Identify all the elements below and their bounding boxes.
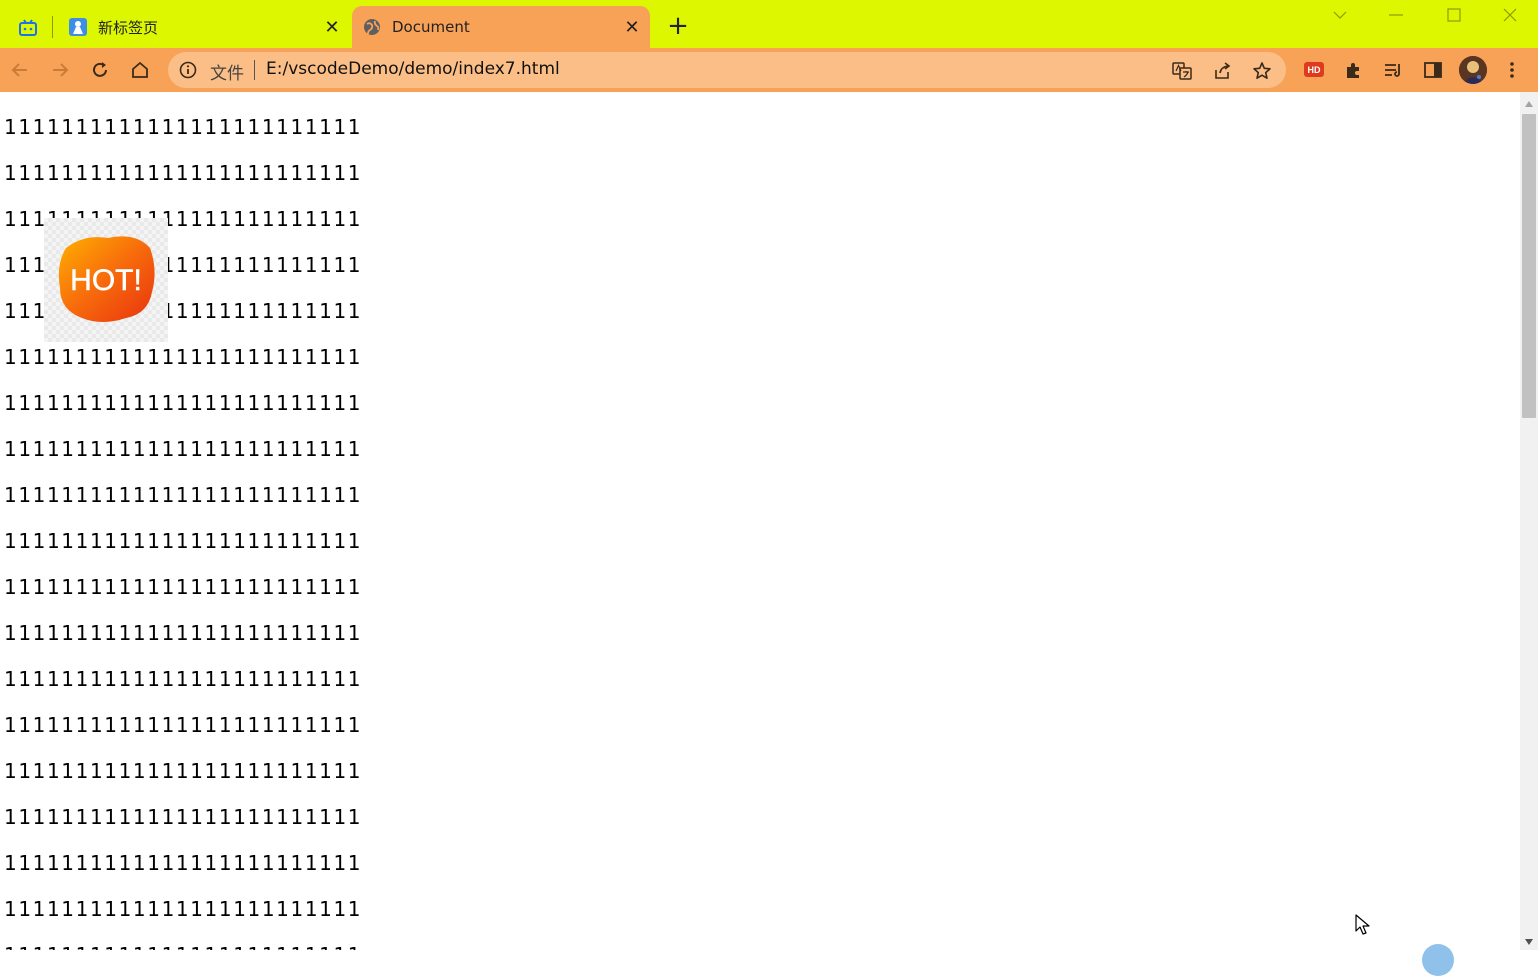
- text-line: 1111111111111111111111111: [4, 805, 363, 829]
- text-line: 1111111111111111111111111: [4, 529, 363, 553]
- text-line: 1111111111111111111111111: [4, 437, 363, 461]
- chevron-down-icon[interactable]: [1312, 0, 1368, 30]
- hot-image-text: HOT!: [70, 264, 142, 297]
- tab-search-button[interactable]: [14, 14, 42, 42]
- forward-button[interactable]: [46, 56, 74, 84]
- menu-icon: [1510, 62, 1514, 78]
- share-icon[interactable]: [1210, 59, 1234, 83]
- close-icon[interactable]: ✕: [622, 17, 642, 38]
- tab-document[interactable]: Document ✕: [352, 6, 650, 48]
- text-line: 1111111111111111111111111: [4, 115, 363, 139]
- puzzle-icon: [1347, 63, 1359, 78]
- scroll-down-arrow-icon[interactable]: [1520, 934, 1538, 950]
- scheme-label: 文件: [210, 64, 244, 84]
- translate-icon[interactable]: [1170, 59, 1194, 83]
- home-icon: [132, 61, 148, 78]
- text-line: 1111111111111111111111111: [4, 161, 363, 185]
- scrollbar-thumb[interactable]: [1522, 114, 1536, 418]
- tab-search-icon: [19, 19, 37, 36]
- new-tab-favicon-icon: [68, 17, 88, 37]
- text-line: 1111111111111111111111111: [4, 759, 363, 783]
- scroll-up-arrow-icon[interactable]: [1520, 96, 1538, 112]
- star-icon[interactable]: [1250, 59, 1274, 83]
- home-button[interactable]: [126, 56, 154, 84]
- vertical-scrollbar[interactable]: [1520, 92, 1538, 950]
- reload-button[interactable]: [86, 56, 114, 84]
- floating-widget[interactable]: [1422, 944, 1454, 976]
- hot-image: HOT!: [44, 218, 168, 342]
- window-close-icon[interactable]: [1482, 0, 1538, 30]
- close-icon[interactable]: ✕: [322, 17, 342, 38]
- maximize-icon[interactable]: [1426, 0, 1482, 30]
- back-button[interactable]: [6, 56, 34, 84]
- reload-icon: [93, 62, 107, 77]
- text-line: 1111111111111111111111111: [4, 575, 363, 599]
- globe-icon: [362, 17, 382, 37]
- avatar[interactable]: [1459, 56, 1487, 84]
- tab-separator: [52, 16, 53, 38]
- scheme-separator: [254, 60, 255, 80]
- forward-icon: [53, 63, 69, 77]
- mouse-cursor-icon: [1355, 914, 1370, 935]
- menu-button[interactable]: [1498, 56, 1526, 84]
- text-line: 1111111111111111111111111: [4, 932, 362, 950]
- text-line: 1111111111111111111111111: [4, 483, 363, 507]
- info-icon[interactable]: [178, 60, 198, 80]
- url-text[interactable]: E:/vscodeDemo/demo/index7.html: [266, 59, 560, 79]
- reading-list-button[interactable]: [1379, 56, 1407, 84]
- tab-title: 新标签页: [98, 18, 159, 37]
- minimize-icon[interactable]: [1368, 0, 1424, 30]
- back-icon: [11, 63, 27, 77]
- extensions-button[interactable]: [1340, 56, 1368, 84]
- text-line: 1111111111111111111111111: [4, 391, 363, 415]
- browser-toolbar: 文件 E:/vscodeDemo/demo/index7.html HD: [0, 48, 1538, 92]
- text-line: 1111111111111111111111111: [4, 667, 363, 691]
- tab-title: Document: [392, 18, 470, 36]
- address-bar[interactable]: 文件 E:/vscodeDemo/demo/index7.html: [168, 52, 1286, 88]
- text-line: 1111111111111111111111111: [4, 713, 363, 737]
- reading-list-icon: [1385, 64, 1400, 77]
- tab-new-tab[interactable]: 新标签页 ✕: [58, 6, 350, 48]
- hd-extension-icon[interactable]: HD: [1304, 62, 1324, 77]
- new-tab-button[interactable]: +: [664, 11, 692, 41]
- page-content: 1111111111111111111111111 11111111111111…: [0, 92, 1520, 950]
- tab-strip: 新标签页 ✕ Document ✕ +: [0, 0, 1538, 48]
- text-line: 1111111111111111111111111: [4, 621, 363, 645]
- text-line: 1111111111111111111111111: [4, 851, 363, 875]
- text-line: 1111111111111111111111111: [4, 897, 363, 921]
- side-panel-icon: [1424, 62, 1442, 78]
- side-panel-button[interactable]: [1419, 56, 1447, 84]
